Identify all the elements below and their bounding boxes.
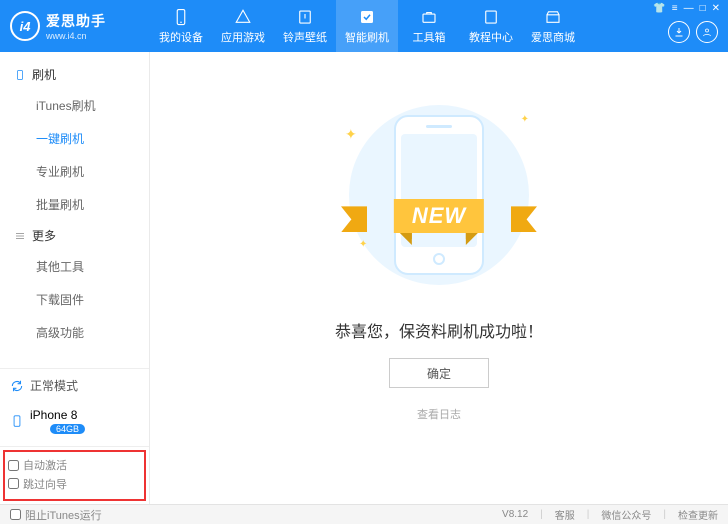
nav-flash[interactable]: 智能刷机 bbox=[336, 0, 398, 52]
nav-toolbox[interactable]: 工具箱 bbox=[398, 0, 460, 52]
maximize-icon[interactable]: □ bbox=[700, 3, 706, 14]
block-itunes-checkbox[interactable]: 阻止iTunes运行 bbox=[10, 507, 102, 523]
device-capacity: 64GB bbox=[50, 424, 85, 434]
toolbox-icon bbox=[420, 8, 438, 26]
app-url: www.i4.cn bbox=[46, 31, 106, 41]
main-pane: ✦ ✦ ✦ ✦ NEW 恭喜您，保资料刷机成功啦！ 确定 查看日志 bbox=[150, 52, 728, 504]
version-label: V8.12 bbox=[502, 509, 528, 520]
close-icon[interactable]: ✕ bbox=[712, 3, 720, 14]
download-button[interactable] bbox=[668, 21, 690, 43]
nav-my-device[interactable]: 我的设备 bbox=[150, 0, 212, 52]
mode-status[interactable]: 正常模式 bbox=[0, 368, 149, 402]
sidebar-item-itunes-flash[interactable]: iTunes刷机 bbox=[0, 89, 149, 122]
support-link[interactable]: 客服 bbox=[555, 507, 575, 522]
account-button[interactable] bbox=[696, 21, 718, 43]
nav-ringtones[interactable]: 铃声壁纸 bbox=[274, 0, 336, 52]
device-name: iPhone 8 bbox=[30, 408, 85, 422]
wechat-link[interactable]: 微信公众号 bbox=[601, 507, 651, 522]
minimize-icon[interactable]: — bbox=[684, 3, 694, 14]
check-update-link[interactable]: 检查更新 bbox=[678, 507, 718, 522]
shirt-icon[interactable]: 👕 bbox=[653, 3, 665, 14]
sidebar-item-pro-flash[interactable]: 专业刷机 bbox=[0, 155, 149, 188]
sidebar-item-oneclick-flash[interactable]: 一键刷机 bbox=[0, 122, 149, 155]
sidebar-item-download-fw[interactable]: 下载固件 bbox=[0, 283, 149, 316]
app-name: 爱思助手 bbox=[46, 11, 106, 31]
flash-icon bbox=[358, 8, 376, 26]
logo-icon: i4 bbox=[10, 11, 40, 41]
sidebar-group-flash[interactable]: 刷机 bbox=[0, 60, 149, 89]
refresh-icon bbox=[10, 379, 24, 393]
auto-activate-checkbox[interactable]: 自动激活 bbox=[8, 457, 67, 473]
menu-icon[interactable]: ≡ bbox=[672, 3, 678, 14]
status-bar: 阻止iTunes运行 V8.12 | 客服 | 微信公众号 | 检查更新 bbox=[0, 504, 728, 524]
options-row: 自动激活 跳过向导 bbox=[0, 446, 149, 504]
success-message: 恭喜您，保资料刷机成功啦！ bbox=[150, 318, 728, 342]
success-illustration: ✦ ✦ ✦ ✦ NEW bbox=[329, 100, 549, 290]
window-controls: 👕 ≡ — □ ✕ bbox=[668, 0, 728, 52]
main-nav: 我的设备 应用游戏 铃声壁纸 智能刷机 工具箱 教程中心 爱思商城 bbox=[150, 0, 584, 52]
new-ribbon: NEW bbox=[394, 199, 484, 233]
book-icon bbox=[482, 8, 500, 26]
apps-icon bbox=[234, 8, 252, 26]
nav-store[interactable]: 爱思商城 bbox=[522, 0, 584, 52]
phone-small-icon bbox=[14, 69, 26, 81]
sidebar-group-more[interactable]: 更多 bbox=[0, 221, 149, 250]
mode-label: 正常模式 bbox=[30, 377, 78, 394]
download-icon bbox=[673, 26, 685, 38]
sidebar-item-advanced[interactable]: 高级功能 bbox=[0, 316, 149, 349]
confirm-button[interactable]: 确定 bbox=[389, 358, 489, 388]
skip-wizard-checkbox[interactable]: 跳过向导 bbox=[8, 476, 67, 492]
store-icon bbox=[544, 8, 562, 26]
sidebar: 刷机 iTunes刷机 一键刷机 专业刷机 批量刷机 更多 其他工具 下载固件 … bbox=[0, 52, 150, 504]
list-icon bbox=[14, 230, 26, 242]
user-icon bbox=[701, 26, 713, 38]
nav-apps[interactable]: 应用游戏 bbox=[212, 0, 274, 52]
app-logo[interactable]: i4 爱思助手 www.i4.cn bbox=[10, 11, 150, 41]
nav-tutorials[interactable]: 教程中心 bbox=[460, 0, 522, 52]
sidebar-item-batch-flash[interactable]: 批量刷机 bbox=[0, 188, 149, 221]
title-bar: i4 爱思助手 www.i4.cn 我的设备 应用游戏 铃声壁纸 智能刷机 工具… bbox=[0, 0, 728, 52]
sidebar-item-other-tools[interactable]: 其他工具 bbox=[0, 250, 149, 283]
device-info[interactable]: iPhone 8 64GB bbox=[0, 402, 149, 446]
music-icon bbox=[296, 8, 314, 26]
view-log-link[interactable]: 查看日志 bbox=[150, 406, 728, 422]
device-icon bbox=[10, 414, 24, 428]
phone-icon bbox=[172, 8, 190, 26]
